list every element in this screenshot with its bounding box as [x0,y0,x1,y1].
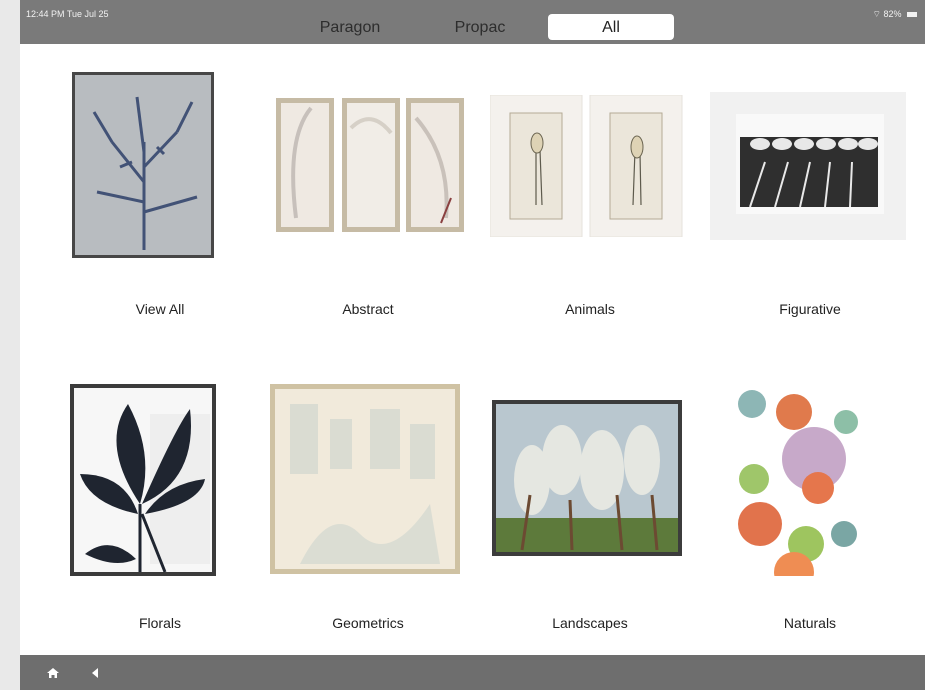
geometrics-thumbnail [270,384,460,574]
tab-paragon[interactable]: Paragon [295,14,405,40]
naturals-thumbnail [734,384,866,576]
category-label: Animals [565,301,615,317]
category-label: Geometrics [332,615,404,631]
battery-percent: 82% [883,9,902,19]
category-label: Abstract [342,301,394,317]
category-label: View All [135,301,185,317]
battery-icon [907,12,917,18]
figurative-thumbnail [710,92,906,240]
category-animals[interactable]: Animals [490,60,690,330]
top-bar: 12:44 PM Tue Jul 25 ⌔ 82% Paragon Propac… [20,0,925,44]
category-label: Landscapes [552,615,628,631]
category-landscapes[interactable]: Landscapes [490,380,690,650]
category-naturals[interactable]: Naturals [710,380,910,650]
status-time: 12:44 PM Tue Jul 25 [26,9,109,19]
category-florals[interactable]: Florals [60,380,260,650]
back-icon[interactable] [91,667,99,679]
view-all-thumbnail [72,72,214,258]
category-figurative[interactable]: Figurative [710,60,910,330]
category-label: Figurative [779,301,841,317]
tab-propac[interactable]: Propac [430,14,530,40]
home-icon[interactable] [46,667,60,679]
category-label: Naturals [783,615,837,631]
bottom-navigation-bar [20,655,925,690]
animals-thumbnail [490,95,683,237]
ipad-screen: 12:44 PM Tue Jul 25 ⌔ 82% Paragon Propac… [20,0,925,690]
category-geometrics[interactable]: Geometrics [268,380,468,650]
status-battery: ⌔ 82% [872,9,917,20]
category-abstract[interactable]: Abstract [268,60,468,330]
florals-thumbnail [70,384,216,576]
category-view-all[interactable]: View All [60,60,260,330]
abstract-thumbnail [276,98,464,232]
wifi-icon: ⌔ [872,9,881,19]
landscapes-thumbnail [492,400,682,556]
tab-all[interactable]: All [548,14,674,40]
category-label: Florals [138,615,181,631]
